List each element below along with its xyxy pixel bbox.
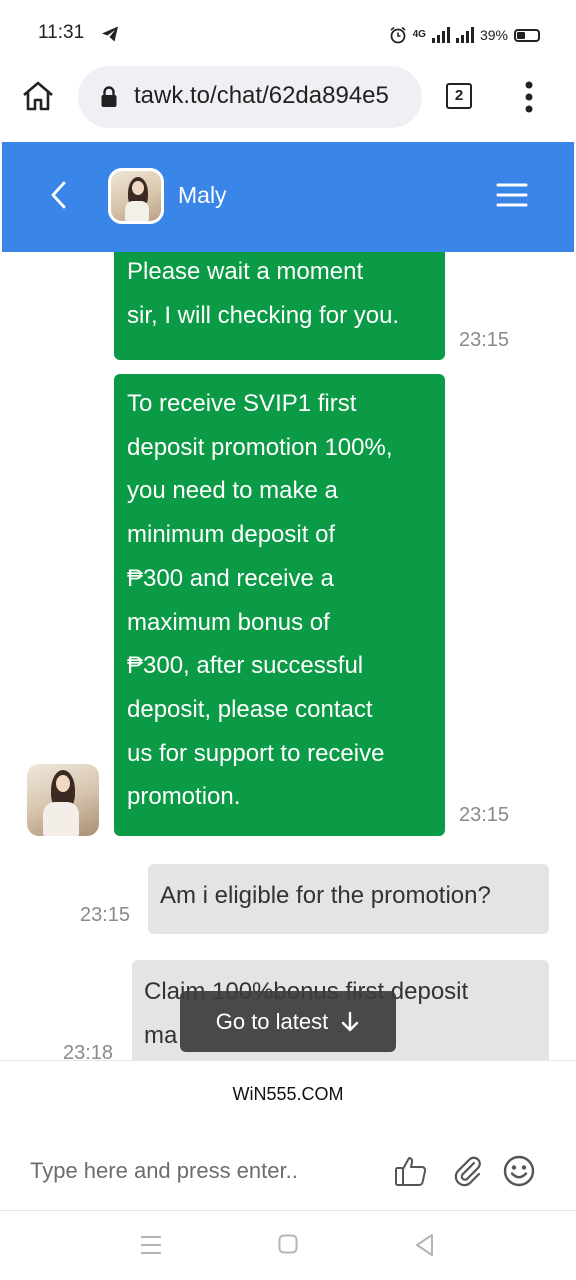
home-icon[interactable] <box>20 78 56 114</box>
agent-message-bubble: To receive SVIP1 first deposit promotion… <box>114 374 445 836</box>
system-nav-bar <box>0 1212 576 1280</box>
address-bar[interactable]: tawk.to/chat/62da894e5 <box>78 66 422 128</box>
battery-icon <box>514 28 540 42</box>
url-text: tawk.to/chat/62da894e5 <box>134 82 389 109</box>
message-line: deposit, please contact <box>127 695 373 723</box>
message-line: ₱300 and receive a <box>127 564 334 592</box>
message-line: promotion. <box>127 783 241 811</box>
signal-icon <box>431 27 450 43</box>
recent-apps-icon[interactable] <box>140 1234 162 1256</box>
message-line: sir, I will checking for you. <box>127 301 400 329</box>
network-label: 4G <box>412 29 426 40</box>
message-line: Please wait a moment <box>127 258 364 285</box>
message-line: ₱300, after successful <box>127 652 364 680</box>
nav-back-icon[interactable] <box>414 1233 434 1257</box>
tab-switcher-button[interactable]: 2 <box>446 83 472 109</box>
status-icons: 4G 39% <box>389 24 540 46</box>
nav-home-icon[interactable] <box>278 1234 298 1254</box>
browser-toolbar: tawk.to/chat/62da894e5 2 <box>0 66 576 140</box>
divider <box>0 1060 576 1061</box>
emoji-icon[interactable] <box>503 1155 535 1187</box>
message-line: you need to make a <box>127 477 338 505</box>
agent-message-avatar <box>27 764 99 836</box>
brand-footer: WiN555.COM <box>232 1084 344 1104</box>
hamburger-menu-icon[interactable] <box>496 182 528 208</box>
telegram-icon <box>102 26 118 42</box>
message-timestamp: 23:18 <box>63 1042 114 1060</box>
alarm-icon <box>390 26 406 44</box>
signal-icon <box>455 27 474 43</box>
status-bar: 11:31 4G 39% <box>0 0 576 66</box>
message-input[interactable] <box>30 1156 370 1186</box>
lock-icon <box>101 86 117 107</box>
go-to-latest-button[interactable]: Go to latest <box>180 991 396 1052</box>
message-timestamp: 23:15 <box>459 329 510 351</box>
message-timestamp: 23:15 <box>80 904 131 926</box>
menu-dots-icon[interactable] <box>524 80 534 114</box>
message-list[interactable]: Please wait a moment sir, I will checkin… <box>0 252 576 1060</box>
agent-avatar <box>108 168 164 224</box>
divider <box>0 1210 576 1211</box>
agent-message-bubble: Please wait a moment sir, I will checkin… <box>114 252 445 360</box>
message-line: To receive SVIP1 first <box>127 390 357 417</box>
go-to-latest-label: Go to latest <box>215 1008 329 1034</box>
message-line: minimum deposit of <box>127 521 336 549</box>
agent-name: Maly <box>178 182 227 208</box>
message-line: maximum bonus of <box>127 608 330 636</box>
message-line: us for support to receive <box>127 739 385 767</box>
message-line: deposit promotion 100%, <box>127 433 393 461</box>
thumbs-up-icon[interactable] <box>394 1154 428 1188</box>
arrow-down-icon <box>342 1011 359 1031</box>
chat-header: Maly <box>2 142 574 252</box>
message-timestamp: 23:15 <box>459 804 510 826</box>
user-message-bubble: Am i eligible for the promotion? <box>148 864 549 934</box>
message-composer <box>0 1130 576 1210</box>
status-time: 11:31 <box>38 22 85 43</box>
chevron-left-icon[interactable] <box>46 180 70 210</box>
paperclip-icon[interactable] <box>452 1154 484 1188</box>
battery-percent: 39% <box>479 27 508 43</box>
message-line: Am i eligible for the promotion? <box>160 882 491 909</box>
